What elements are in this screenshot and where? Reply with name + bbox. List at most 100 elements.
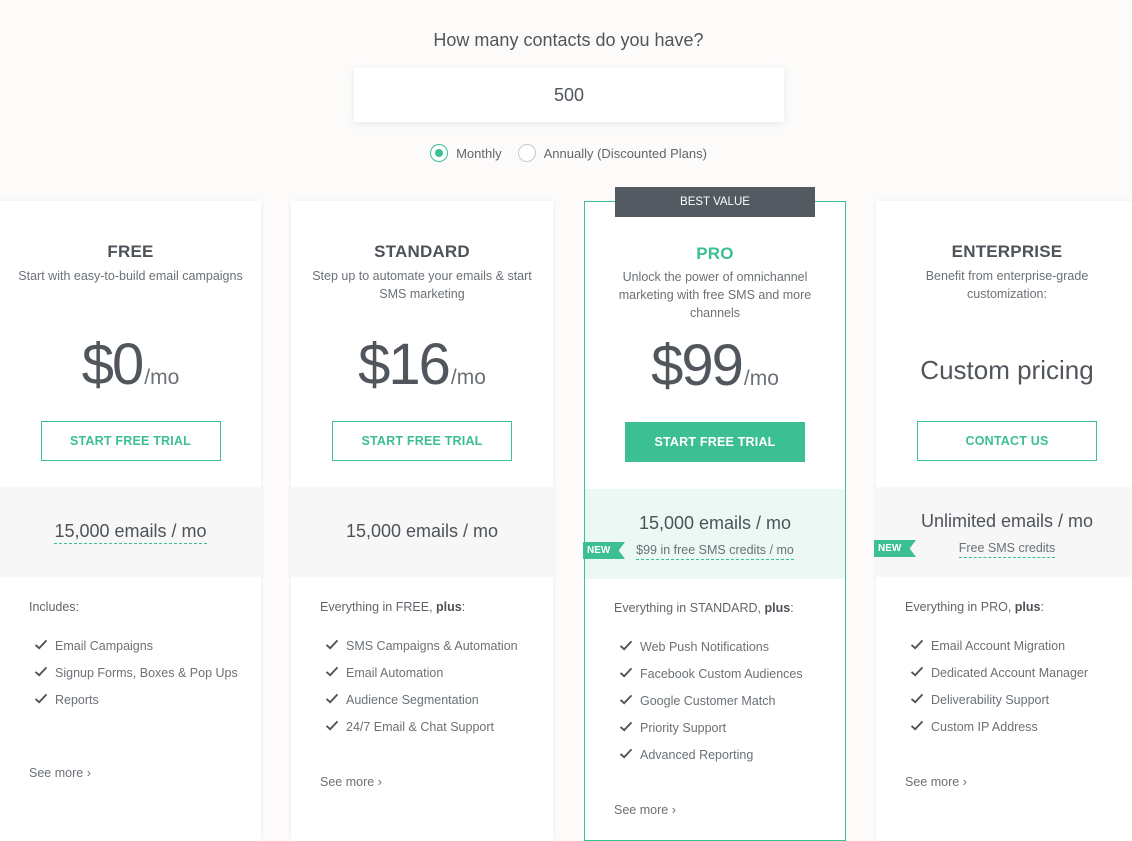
price-amount: $0 bbox=[81, 332, 144, 397]
price-period: /mo bbox=[144, 366, 180, 389]
see-more-link[interactable]: See more › bbox=[905, 775, 967, 789]
email-allowance: 15,000 emails / mo bbox=[345, 521, 499, 541]
chevron-right-icon: › bbox=[377, 775, 382, 789]
feature-label: Email Automation bbox=[346, 666, 444, 680]
radio-annually[interactable] bbox=[517, 144, 536, 162]
chevron-right-icon: › bbox=[671, 803, 676, 817]
feature-item: Dedicated Account Manager bbox=[910, 664, 1118, 682]
check-icon bbox=[619, 694, 633, 705]
billing-option-annually[interactable]: Annually (Discounted Plans) bbox=[517, 144, 707, 162]
check-icon bbox=[619, 667, 633, 678]
plan-card-free: FREE Start with easy-to-build email camp… bbox=[0, 201, 261, 841]
plan-description: Start with easy-to-build email campaigns bbox=[18, 269, 243, 283]
plan-name: STANDARD bbox=[374, 242, 470, 261]
email-allowance-band: 15,000 emails / mo bbox=[0, 487, 261, 577]
check-icon bbox=[34, 666, 48, 677]
feature-label: Signup Forms, Boxes & Pop Ups bbox=[55, 666, 238, 680]
feature-label: Email Campaigns bbox=[55, 639, 153, 653]
feature-label: Facebook Custom Audiences bbox=[640, 667, 803, 681]
billing-option-label: Annually (Discounted Plans) bbox=[543, 145, 707, 161]
check-icon bbox=[910, 639, 924, 650]
contacts-input[interactable] bbox=[354, 68, 784, 122]
includes-heading: Includes: bbox=[29, 600, 80, 614]
see-more-link[interactable]: See more › bbox=[614, 803, 676, 817]
billing-period-toggle: Monthly Annually (Discounted Plans) bbox=[0, 144, 1132, 162]
email-allowance: Unlimited emails / mo bbox=[920, 511, 1094, 531]
feature-item: Signup Forms, Boxes & Pop Ups bbox=[34, 664, 241, 682]
chevron-right-icon: › bbox=[86, 766, 91, 780]
feature-label: Dedicated Account Manager bbox=[931, 666, 1089, 680]
see-more-link[interactable]: See more › bbox=[320, 775, 382, 789]
includes-heading: Everything in PRO, plus: bbox=[905, 600, 1044, 614]
check-icon bbox=[910, 720, 924, 731]
feature-item: Google Customer Match bbox=[619, 692, 825, 710]
check-icon bbox=[325, 693, 339, 704]
plan-card-enterprise: ENTERPRISE Benefit from enterprise-grade… bbox=[874, 201, 1132, 841]
plan-price: $99/mo bbox=[585, 332, 845, 399]
start-free-trial-button[interactable]: START FREE TRIAL bbox=[625, 422, 805, 462]
feature-label: Reports bbox=[55, 693, 99, 707]
plan-description: Benefit from enterprise-grade customizat… bbox=[925, 269, 1089, 301]
feature-item: Email Campaigns bbox=[34, 637, 241, 655]
feature-label: Email Account Migration bbox=[931, 639, 1066, 653]
price-period: /mo bbox=[743, 367, 779, 390]
feature-item: Email Account Migration bbox=[910, 637, 1118, 655]
feature-label: Google Customer Match bbox=[640, 694, 776, 708]
check-icon bbox=[325, 639, 339, 650]
check-icon bbox=[619, 748, 633, 759]
feature-item: SMS Campaigns & Automation bbox=[325, 637, 533, 655]
check-icon bbox=[34, 693, 48, 704]
feature-label: Priority Support bbox=[640, 721, 727, 735]
feature-label: SMS Campaigns & Automation bbox=[346, 639, 518, 653]
check-icon bbox=[325, 720, 339, 731]
feature-label: Advanced Reporting bbox=[640, 748, 754, 762]
plan-price: $16/mo bbox=[291, 331, 553, 398]
plan-description: Unlock the power of omnichannel marketin… bbox=[618, 270, 812, 320]
check-icon bbox=[34, 639, 48, 650]
feature-label: Web Push Notifications bbox=[640, 640, 769, 654]
email-allowance: 15,000 emails / mo bbox=[638, 513, 792, 533]
price-period: /mo bbox=[450, 366, 486, 389]
billing-option-monthly[interactable]: Monthly bbox=[430, 144, 502, 162]
sms-credits[interactable]: Free SMS credits bbox=[876, 541, 1132, 558]
feature-item: 24/7 Email & Chat Support bbox=[325, 718, 533, 736]
feature-list: SMS Campaigns & Automation Email Automati… bbox=[325, 637, 533, 745]
price-amount: $16 bbox=[358, 332, 451, 397]
start-free-trial-button[interactable]: START FREE TRIAL bbox=[332, 421, 512, 461]
check-icon bbox=[910, 693, 924, 704]
billing-option-label: Monthly bbox=[456, 145, 502, 161]
feature-item: Custom IP Address bbox=[910, 718, 1118, 736]
feature-item: Deliverability Support bbox=[910, 691, 1118, 709]
sms-credits[interactable]: $99 in free SMS credits / mo bbox=[585, 543, 845, 560]
check-icon bbox=[619, 721, 633, 732]
feature-item: Audience Segmentation bbox=[325, 691, 533, 709]
plan-name: PRO bbox=[696, 244, 734, 263]
custom-pricing: Custom pricing bbox=[920, 355, 1094, 385]
email-allowance[interactable]: 15,000 emails / mo bbox=[0, 521, 261, 544]
plan-card-pro: PRO Unlock the power of omnichannel mark… bbox=[583, 201, 846, 841]
feature-label: Deliverability Support bbox=[931, 693, 1050, 707]
contacts-header: How many contacts do you have? Monthly A… bbox=[0, 0, 1132, 200]
contacts-question: How many contacts do you have? bbox=[433, 30, 704, 50]
best-value-badge: BEST VALUE bbox=[615, 187, 815, 217]
includes-heading: Everything in FREE, plus: bbox=[320, 600, 466, 614]
feature-item: Facebook Custom Audiences bbox=[619, 665, 825, 683]
feature-label: Audience Segmentation bbox=[346, 693, 479, 707]
includes-heading: Everything in STANDARD, plus: bbox=[614, 601, 794, 615]
feature-list: Email Account Migration Dedicated Account… bbox=[910, 637, 1118, 745]
check-icon bbox=[910, 666, 924, 677]
feature-item: Email Automation bbox=[325, 664, 533, 682]
feature-item: Web Push Notifications bbox=[619, 638, 825, 656]
feature-list: Email Campaigns Signup Forms, Boxes & Pop… bbox=[34, 637, 241, 718]
radio-monthly[interactable] bbox=[430, 144, 449, 162]
email-allowance-band: Unlimited emails / mo NEW Free SMS credi… bbox=[874, 487, 1132, 577]
plan-name: FREE bbox=[107, 242, 154, 261]
feature-label: Custom IP Address bbox=[931, 720, 1038, 734]
chevron-right-icon: › bbox=[962, 775, 967, 789]
see-more-link[interactable]: See more › bbox=[29, 766, 91, 780]
check-icon bbox=[619, 640, 633, 651]
plan-description: Step up to automate your emails & start … bbox=[312, 269, 532, 301]
feature-item: Priority Support bbox=[619, 719, 825, 737]
start-free-trial-button[interactable]: START FREE TRIAL bbox=[40, 421, 221, 461]
contact-us-button[interactable]: CONTACT US bbox=[917, 421, 1097, 461]
